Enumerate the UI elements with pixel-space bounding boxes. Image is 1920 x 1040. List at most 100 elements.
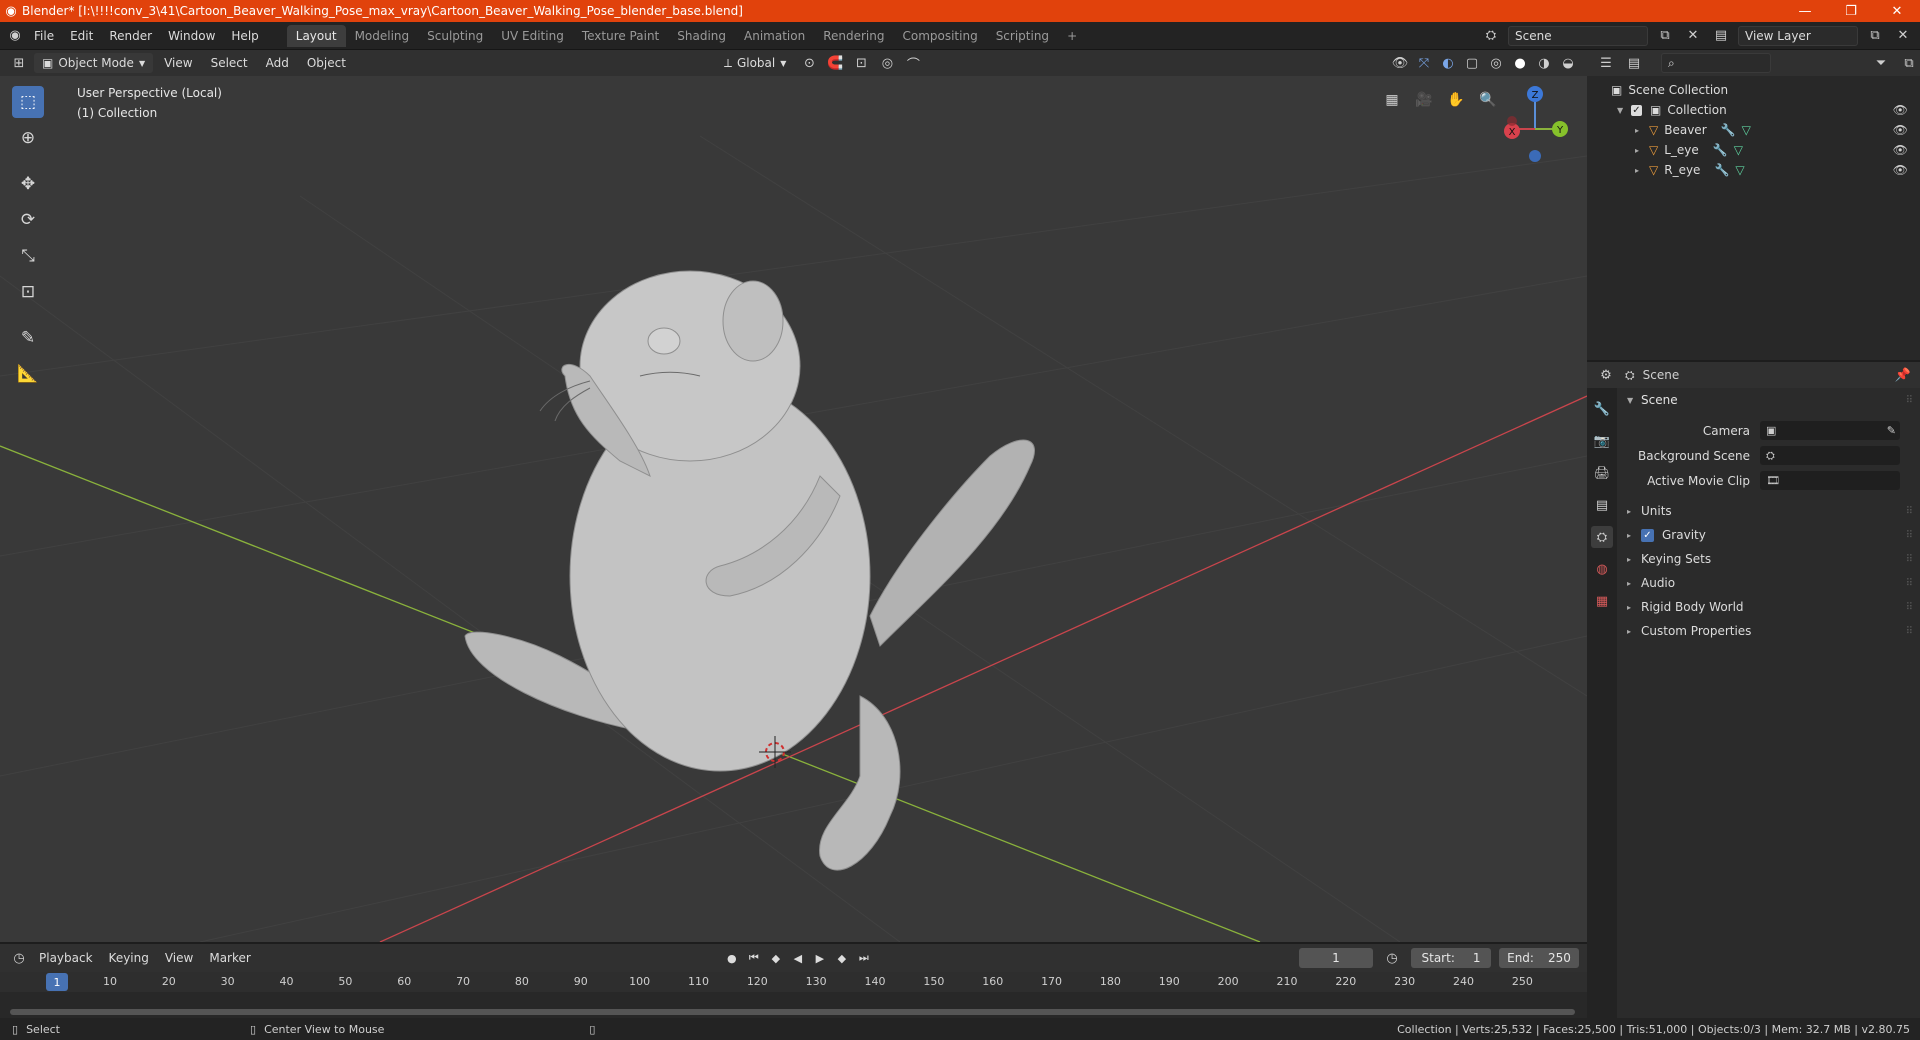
tab-sculpting[interactable]: Sculpting xyxy=(418,25,492,47)
navigation-gizmo[interactable]: Z X Y xyxy=(1504,86,1568,162)
view-layer-tab-icon[interactable]: ▤ xyxy=(1591,494,1613,516)
playhead[interactable]: 1 xyxy=(46,973,68,991)
delete-view-layer-icon[interactable]: ✕ xyxy=(1892,26,1914,46)
menu-view[interactable]: View xyxy=(158,948,200,968)
drag-grip-icon[interactable]: ⠿ xyxy=(1906,578,1913,589)
gizmo-toggle-icon[interactable]: ⤧ xyxy=(1413,53,1435,73)
frame-ruler[interactable]: 1 10 20 30 40 50 60 70 80 90 100 110 120 130 140 150 160… xyxy=(0,972,1587,992)
collection-checkbox[interactable]: ✓ xyxy=(1631,104,1642,116)
pivot-icon[interactable]: ⊙ xyxy=(798,53,820,73)
play-icon[interactable]: ▶ xyxy=(810,948,830,968)
gravity-panel[interactable]: ▸ ✓ Gravity ⠿ xyxy=(1617,523,1920,547)
menu-keying[interactable]: Keying xyxy=(102,948,156,968)
new-scene-icon[interactable]: ⧉ xyxy=(1654,26,1676,46)
menu-select[interactable]: Select xyxy=(204,53,255,73)
snap-target-icon[interactable]: ⊡ xyxy=(850,53,872,73)
gravity-checkbox[interactable]: ✓ xyxy=(1641,528,1654,542)
close-button[interactable]: ✕ xyxy=(1874,0,1920,22)
select-box-tool-icon[interactable]: ⬚ xyxy=(12,86,44,118)
rendered-shading-icon[interactable]: ◒ xyxy=(1557,53,1579,73)
modifier-icon[interactable]: 🔧 xyxy=(1713,143,1728,157)
transform-tool-icon[interactable]: ⊡ xyxy=(12,276,44,308)
solid-shading-icon[interactable]: ● xyxy=(1509,53,1531,73)
menu-object[interactable]: Object xyxy=(300,53,353,73)
minimize-button[interactable]: — xyxy=(1782,0,1828,22)
drag-grip-icon[interactable]: ⠿ xyxy=(1906,395,1913,406)
texture-tab-icon[interactable]: ▦ xyxy=(1591,590,1613,612)
move-tool-icon[interactable]: ✥ xyxy=(12,168,44,200)
scene-panel-header[interactable]: ▼ Scene ⠿ xyxy=(1617,388,1920,412)
menu-file[interactable]: File xyxy=(26,25,62,47)
world-tab-icon[interactable]: ◍ xyxy=(1591,558,1613,580)
drag-grip-icon[interactable]: ⠿ xyxy=(1906,530,1913,541)
render-tab-icon[interactable]: 📷 xyxy=(1591,430,1613,452)
blender-menu-icon[interactable]: ◉ xyxy=(4,26,26,46)
filter-icon[interactable]: ⏷ xyxy=(1870,53,1892,73)
start-frame-field[interactable]: Start: 1 xyxy=(1411,948,1491,968)
end-frame-field[interactable]: End: 250 xyxy=(1499,948,1579,968)
3d-viewport[interactable]: Z X Y ⬚ ⊕ ✥ ⟳ ⤡ ⊡ ✎ 📐 User Perspective (… xyxy=(0,76,1587,942)
grid-view-icon[interactable]: ▦ xyxy=(1378,86,1406,114)
modifier-icon[interactable]: 🔧 xyxy=(1714,163,1729,177)
expand-icon[interactable]: ▼ xyxy=(1617,106,1631,115)
new-view-layer-icon[interactable]: ⧉ xyxy=(1864,26,1886,46)
timeline-editor-icon[interactable]: ◷ xyxy=(8,948,30,968)
zoom-icon[interactable]: 🔍 xyxy=(1474,86,1502,114)
menu-render[interactable]: Render xyxy=(101,25,160,47)
menu-help[interactable]: Help xyxy=(223,25,266,47)
camera-view-icon[interactable]: 🎥 xyxy=(1410,86,1438,114)
drag-grip-icon[interactable]: ⠿ xyxy=(1906,626,1913,637)
drag-grip-icon[interactable]: ⠿ xyxy=(1906,554,1913,565)
scale-tool-icon[interactable]: ⤡ xyxy=(12,240,44,272)
play-reverse-icon[interactable]: ◀ xyxy=(788,948,808,968)
preview-range-icon[interactable]: ◷ xyxy=(1381,948,1403,968)
rigid-body-world-panel[interactable]: ▸ Rigid Body World ⠿ xyxy=(1617,595,1920,619)
view-layer-selector[interactable]: View Layer xyxy=(1738,25,1858,46)
timeline-body[interactable]: 1 10 20 30 40 50 60 70 80 90 100 110 120 130 140 150 160… xyxy=(0,972,1587,1018)
scene-icon[interactable]: ⛭ xyxy=(1480,26,1502,46)
tab-texture-paint[interactable]: Texture Paint xyxy=(573,25,668,47)
menu-playback[interactable]: Playback xyxy=(32,948,100,968)
pan-hand-icon[interactable]: ✋ xyxy=(1442,86,1470,114)
material-shading-icon[interactable]: ◑ xyxy=(1533,53,1555,73)
jump-end-icon[interactable]: ⏭ xyxy=(854,948,874,968)
outliner-object-beaver[interactable]: ▸ ▽ Beaver 🔧 ▽ 👁 xyxy=(1587,120,1920,140)
current-frame-field[interactable]: 1 xyxy=(1299,948,1373,968)
next-keyframe-icon[interactable]: ◆ xyxy=(832,948,852,968)
visibility-eye-icon[interactable]: 👁 xyxy=(1893,143,1908,157)
visibility-eye-icon[interactable]: 👁 xyxy=(1893,163,1908,177)
mesh-data-icon[interactable]: ▽ xyxy=(1735,163,1744,177)
visibility-eye-icon[interactable]: 👁 xyxy=(1893,123,1908,137)
tab-uv-editing[interactable]: UV Editing xyxy=(492,25,573,47)
drag-grip-icon[interactable]: ⠿ xyxy=(1906,602,1913,613)
modifier-icon[interactable]: 🔧 xyxy=(1721,123,1736,137)
output-tab-icon[interactable]: 🖨 xyxy=(1591,462,1613,484)
scene-selector[interactable]: Scene xyxy=(1508,25,1648,46)
tab-animation[interactable]: Animation xyxy=(735,25,814,47)
wireframe-shading-icon[interactable]: ◎ xyxy=(1485,53,1507,73)
delete-scene-icon[interactable]: ✕ xyxy=(1682,26,1704,46)
menu-window[interactable]: Window xyxy=(160,25,223,47)
gizmo-neg-x-handle[interactable] xyxy=(1507,116,1517,126)
camera-field[interactable]: ▣ ✎ xyxy=(1760,421,1900,440)
snap-icon[interactable]: 🧲 xyxy=(824,53,846,73)
movie-clip-field[interactable]: 🎞 xyxy=(1760,471,1900,490)
outliner-scene-collection[interactable]: ▣ Scene Collection xyxy=(1587,80,1920,100)
expand-icon[interactable]: ▸ xyxy=(1635,146,1649,155)
outliner-search-input[interactable]: ⌕ xyxy=(1661,53,1771,73)
properties-editor-icon[interactable]: ⚙ xyxy=(1595,365,1617,385)
measure-tool-icon[interactable]: 📐 xyxy=(12,358,44,390)
tool-tab-icon[interactable]: 🔧 xyxy=(1591,398,1613,420)
pin-icon[interactable]: 📌 xyxy=(1892,365,1914,385)
falloff-icon[interactable]: ⌒ xyxy=(902,53,924,73)
tab-compositing[interactable]: Compositing xyxy=(893,25,986,47)
tab-shading[interactable]: Shading xyxy=(668,25,735,47)
overlay-toggle-icon[interactable]: ◐ xyxy=(1437,53,1459,73)
custom-properties-panel[interactable]: ▸ Custom Properties ⠿ xyxy=(1617,619,1920,643)
units-panel[interactable]: ▸ Units ⠿ xyxy=(1617,499,1920,523)
view-layer-icon[interactable]: ▤ xyxy=(1710,26,1732,46)
outliner-object-r-eye[interactable]: ▸ ▽ R_eye 🔧 ▽ 👁 xyxy=(1587,160,1920,180)
visibility-icon[interactable]: 👁 xyxy=(1389,53,1411,73)
tab-modeling[interactable]: Modeling xyxy=(346,25,419,47)
prev-keyframe-icon[interactable]: ◆ xyxy=(766,948,786,968)
